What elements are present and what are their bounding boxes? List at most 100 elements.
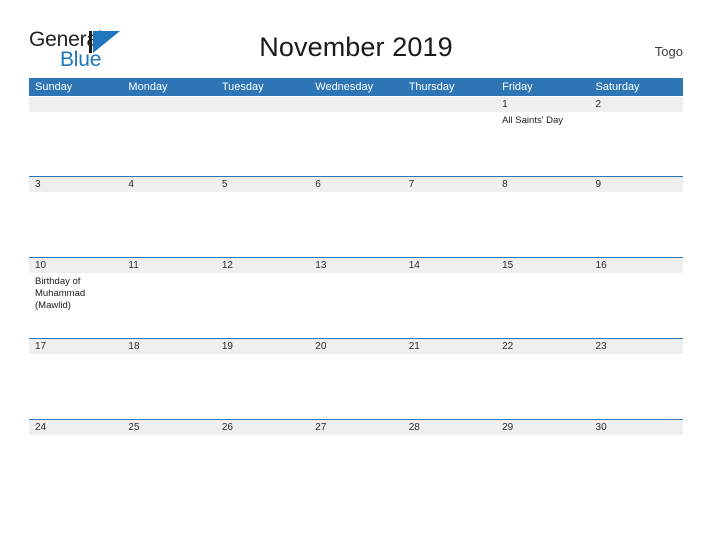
day-number-28[interactable]: 28 bbox=[403, 420, 496, 435]
day-cell-26[interactable] bbox=[216, 435, 309, 500]
day-number-empty bbox=[122, 97, 215, 112]
calendar-week-row: 10 11 12 13 14 15 16 Birthday of Muhammad (Mawl… bbox=[29, 257, 683, 338]
day-number-25[interactable]: 25 bbox=[122, 420, 215, 435]
week-date-band: 3456789 bbox=[29, 177, 683, 192]
day-cell-2[interactable] bbox=[590, 112, 683, 176]
calendar-grid: Sunday Monday Tuesday Wednesday Thursday Frid… bbox=[29, 78, 683, 500]
week-event-band bbox=[29, 192, 683, 257]
day-number-27[interactable]: 27 bbox=[309, 420, 402, 435]
day-cell-14[interactable] bbox=[403, 273, 496, 338]
day-cell-8[interactable] bbox=[496, 192, 589, 257]
day-cell-9[interactable] bbox=[590, 192, 683, 257]
day-number-11[interactable]: 11 bbox=[122, 258, 215, 273]
day-cell-18[interactable] bbox=[122, 354, 215, 419]
day-cell-empty bbox=[403, 112, 496, 176]
weekday-header-tuesday: Tuesday bbox=[221, 81, 264, 93]
day-cell-16[interactable] bbox=[590, 273, 683, 338]
day-cell-25[interactable] bbox=[122, 435, 215, 500]
day-number-22[interactable]: 22 bbox=[496, 339, 589, 354]
day-number-10[interactable]: 10 bbox=[29, 258, 122, 273]
week-event-band bbox=[29, 354, 683, 419]
day-number-17[interactable]: 17 bbox=[29, 339, 122, 354]
day-number-empty bbox=[403, 97, 496, 112]
calendar-page: General Blue November 2019 Togo Sunday Mo… bbox=[0, 0, 712, 550]
calendar-weeks: 1 2 All Saints' Day 3 4 5 6 7 8 9 10 11 12 13 14 15 16 Bi… bbox=[29, 96, 683, 500]
week-date-band: 24 25 26 27 28 29 30 bbox=[29, 420, 683, 435]
day-cell-19[interactable] bbox=[216, 354, 309, 419]
day-number-16[interactable]: 16 bbox=[590, 258, 683, 273]
week-event-band bbox=[29, 435, 683, 500]
day-number-empty bbox=[309, 97, 402, 112]
day-cell-empty bbox=[309, 112, 402, 176]
week-event-band: Birthday of Muhammad (Mawlid) bbox=[29, 273, 683, 338]
day-number-14[interactable]: 14 bbox=[403, 258, 496, 273]
day-cell-20[interactable] bbox=[309, 354, 402, 419]
holiday-label: Birthday of Muhammad (Mawlid) bbox=[35, 276, 86, 311]
weekday-header-saturday: Saturday bbox=[595, 81, 640, 93]
day-cell-empty bbox=[122, 112, 215, 176]
day-cell-12[interactable] bbox=[216, 273, 309, 338]
calendar-week-row: 17 18 19 20 21 22 23 bbox=[29, 338, 683, 419]
day-number-2[interactable]: 2 bbox=[590, 97, 683, 112]
day-number-26[interactable]: 26 bbox=[216, 420, 309, 435]
day-number-18[interactable]: 18 bbox=[122, 339, 215, 354]
day-number-empty bbox=[29, 97, 122, 112]
page-header: General Blue November 2019 Togo bbox=[0, 0, 712, 78]
day-cell-6[interactable] bbox=[309, 192, 402, 257]
day-number-1[interactable]: 1 bbox=[496, 97, 589, 112]
day-cell-10[interactable]: Birthday of Muhammad (Mawlid) bbox=[29, 273, 122, 338]
day-number-15[interactable]: 15 bbox=[496, 258, 589, 273]
holiday-label: All Saints' Day bbox=[502, 115, 564, 126]
day-number-13[interactable]: 13 bbox=[309, 258, 402, 273]
day-number-29[interactable]: 29 bbox=[496, 420, 589, 435]
day-number-19[interactable]: 19 bbox=[216, 339, 309, 354]
day-number-3[interactable]: 3 bbox=[29, 177, 122, 192]
day-number-9[interactable]: 9 bbox=[590, 177, 683, 192]
day-cell-empty bbox=[29, 112, 122, 176]
day-cell-23[interactable] bbox=[590, 354, 683, 419]
day-number-8[interactable]: 8 bbox=[496, 177, 589, 192]
weekday-header-monday: Monday bbox=[128, 81, 168, 93]
day-number-6[interactable]: 6 bbox=[309, 177, 402, 192]
day-cell-22[interactable] bbox=[496, 354, 589, 419]
day-cell-15[interactable] bbox=[496, 273, 589, 338]
day-cell-13[interactable] bbox=[309, 273, 402, 338]
day-cell-29[interactable] bbox=[496, 435, 589, 500]
day-number-7[interactable]: 7 bbox=[403, 177, 496, 192]
day-number-24[interactable]: 24 bbox=[29, 420, 122, 435]
week-date-band: 10 11 12 13 14 15 16 bbox=[29, 258, 683, 273]
day-number-4[interactable]: 4 bbox=[122, 177, 215, 192]
page-title: November 2019 bbox=[259, 32, 453, 62]
day-cell-30[interactable] bbox=[590, 435, 683, 500]
week-date-band: 17 18 19 20 21 22 23 bbox=[29, 339, 683, 354]
weekday-header-thursday: Thursday bbox=[408, 81, 455, 93]
calendar-week-row: 24 25 26 27 28 29 30 bbox=[29, 419, 683, 500]
day-cell-28[interactable] bbox=[403, 435, 496, 500]
day-cell-27[interactable] bbox=[309, 435, 402, 500]
week-date-band: 12 bbox=[29, 97, 683, 112]
weekday-header-wednesday: Wednesday bbox=[315, 81, 374, 93]
weekday-header-friday: Friday bbox=[502, 81, 533, 93]
day-cell-4[interactable] bbox=[122, 192, 215, 257]
calendar-week-row: 3456789 bbox=[29, 176, 683, 257]
weekday-header-sunday: Sunday bbox=[35, 81, 73, 93]
day-cell-24[interactable] bbox=[29, 435, 122, 500]
day-number-21[interactable]: 21 bbox=[403, 339, 496, 354]
weekday-header-row: Sunday Monday Tuesday Wednesday Thursday Frid… bbox=[29, 78, 683, 96]
day-cell-17[interactable] bbox=[29, 354, 122, 419]
day-number-5[interactable]: 5 bbox=[216, 177, 309, 192]
day-number-23[interactable]: 23 bbox=[590, 339, 683, 354]
week-event-band: All Saints' Day bbox=[29, 112, 683, 176]
day-cell-1[interactable]: All Saints' Day bbox=[496, 112, 589, 176]
day-number-20[interactable]: 20 bbox=[309, 339, 402, 354]
calendar-week-row: 1 2 All Saints' Day bbox=[29, 96, 683, 176]
day-cell-21[interactable] bbox=[403, 354, 496, 419]
day-cell-11[interactable] bbox=[122, 273, 215, 338]
day-cell-3[interactable] bbox=[29, 192, 122, 257]
country-label: Togo bbox=[654, 44, 683, 59]
day-cell-empty bbox=[216, 112, 309, 176]
day-number-30[interactable]: 30 bbox=[590, 420, 683, 435]
day-number-12[interactable]: 12 bbox=[216, 258, 309, 273]
day-cell-5[interactable] bbox=[216, 192, 309, 257]
day-cell-7[interactable] bbox=[403, 192, 496, 257]
